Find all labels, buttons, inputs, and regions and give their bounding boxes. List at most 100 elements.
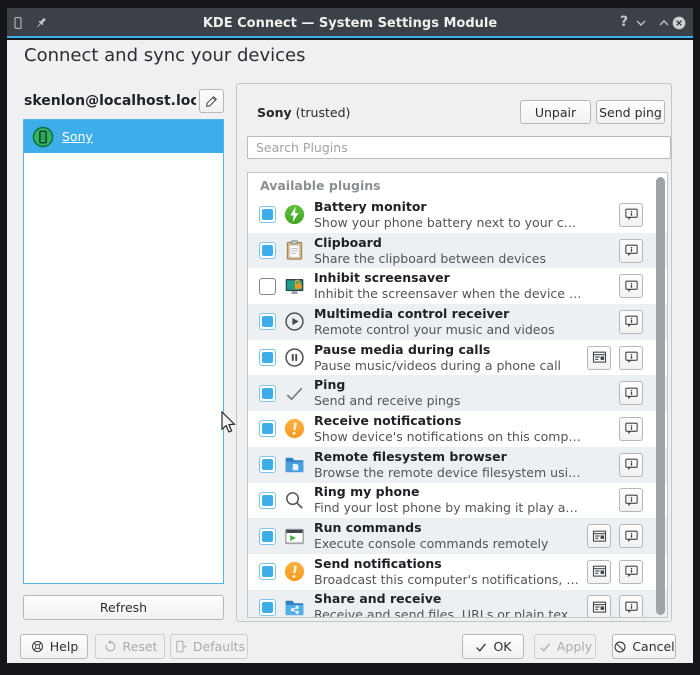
plugin-about-button[interactable] [619,238,643,263]
plugin-configure-button[interactable] [587,345,611,370]
unpair-button[interactable]: Unpair [520,100,591,124]
plugin-row: Pause media during calls Pause music/vid… [248,340,667,376]
help-button[interactable]: Help [20,634,88,659]
plugin-row: Remote filesystem browser Browse the rem… [248,446,667,483]
screensaver-icon [283,275,306,298]
plugin-description: Browse the remote device filesystem usin… [314,464,582,480]
plugin-row: Receive notifications Show device's noti… [248,411,667,447]
plugin-checkbox[interactable] [259,563,276,581]
plugin-row: Share and receive Receive and send files… [248,589,667,618]
media-play-icon [283,310,306,333]
plugin-title: Send notifications [314,555,442,571]
plugin-title: Inhibit screensaver [314,270,450,286]
plugin-checkbox[interactable] [259,349,276,367]
smartphone-icon [32,126,54,148]
account-name: skenlon@localhost.loc [24,93,196,109]
apply-button[interactable]: Apply [534,634,596,659]
plugin-description: Find your lost phone by making it play a… [314,500,582,516]
plugin-description: Remote control your music and videos [314,321,555,337]
plugin-title: Pause media during calls [314,341,491,357]
plugin-checkbox[interactable] [259,491,276,509]
plugin-description: Broadcast this computer's notifications,… [314,571,582,587]
battery-icon [283,203,306,226]
plugin-about-button[interactable] [619,309,643,334]
close-icon[interactable] [671,15,687,31]
plugin-title: Share and receive [314,591,442,607]
plugin-checkbox[interactable] [259,313,276,331]
search-icon [283,489,306,512]
plugin-title: Receive notifications [314,412,462,428]
clipboard-icon [283,239,306,262]
plugin-row: Multimedia control receiver Remote contr… [248,304,667,340]
plugin-checkbox[interactable] [259,456,276,474]
search-plugins-input[interactable] [247,136,671,159]
document-icon [173,639,188,654]
plugin-description: Send and receive pings [314,393,461,409]
scrollbar-handle[interactable] [656,177,665,615]
plugin-configure-button[interactable] [587,524,611,549]
reset-button[interactable]: Reset [95,634,165,659]
plugin-row: Ping Send and receive pings [248,375,667,412]
plugin-description: Execute console commands remotely [314,536,549,552]
check-gray-icon [538,640,552,654]
kde-connect-settings-window: KDE Connect — System Settings Module ? C… [0,0,700,675]
plugin-checkbox[interactable] [259,420,276,438]
pencil-icon [204,93,220,109]
plugin-checkbox[interactable] [259,242,276,260]
device-trust-status: (trusted) [295,105,351,120]
plugin-description: Show device's notifications on this comp… [314,428,582,444]
plugin-title: Remote filesystem browser [314,448,507,464]
media-pause-icon [283,346,306,369]
plugin-checkbox[interactable] [259,527,276,545]
ok-button[interactable]: OK [462,634,524,659]
plugin-checkbox[interactable] [259,206,276,224]
plugin-description: Show your phone battery next to your com… [314,214,582,230]
plugin-row: Clipboard Share the clipboard between de… [248,232,667,269]
plugin-description: Share the clipboard between devices [314,250,546,266]
plugin-about-button[interactable] [619,416,643,441]
cancel-icon [613,640,627,654]
plugin-configure-button[interactable] [587,559,611,584]
titlebar[interactable]: KDE Connect — System Settings Module ? [7,8,693,38]
plugin-description: Inhibit the screensaver when the device … [314,286,582,302]
plugin-about-button[interactable] [619,345,643,370]
minimize-icon[interactable] [633,15,649,31]
check-icon [474,640,488,654]
cancel-button[interactable]: Cancel [612,634,676,659]
device-name-link[interactable]: Sony [62,129,93,144]
plugin-title: Battery monitor [314,198,427,214]
page-title: Connect and sync your devices [24,45,306,66]
plugin-checkbox[interactable] [259,277,276,295]
plugin-about-button[interactable] [619,381,643,406]
folder-icon [283,453,306,476]
device-list-item-sony[interactable]: Sony [24,120,223,153]
plugin-configure-button[interactable] [587,595,611,617]
plugin-title: Clipboard [314,234,382,250]
plugin-list-rows: Battery monitor Show your phone battery … [248,197,667,618]
plugin-about-button[interactable] [619,559,643,584]
content-area: Connect and sync your devices skenlon@lo… [7,40,693,663]
plugin-about-button[interactable] [619,595,643,617]
plugin-row: Ring my phone Find your lost phone by ma… [248,483,667,519]
device-list: Sony [23,119,224,584]
help-icon[interactable]: ? [617,14,631,30]
undo-icon [103,639,118,654]
plugin-checkbox[interactable] [259,384,276,402]
plugin-row: Inhibit screensaver Inhibit the screensa… [248,268,667,304]
plugin-checkbox[interactable] [259,598,276,616]
refresh-button[interactable]: Refresh [23,595,224,620]
plugin-about-button[interactable] [619,488,643,513]
plugin-about-button[interactable] [619,202,643,227]
plugin-description: Receive and send files, URLs or plain te… [314,607,582,618]
plugin-about-button[interactable] [619,524,643,549]
rename-device-button[interactable] [199,89,224,113]
send-ping-button[interactable]: Send ping [596,100,665,124]
maximize-icon[interactable] [656,15,672,31]
plugin-title: Run commands [314,520,422,536]
plugin-about-button[interactable] [619,452,643,477]
defaults-button[interactable]: Defaults [170,634,248,659]
plugin-about-button[interactable] [619,274,643,299]
terminal-icon [283,525,306,548]
device-name: Sony [257,105,292,120]
plugin-title: Ping [314,377,346,393]
